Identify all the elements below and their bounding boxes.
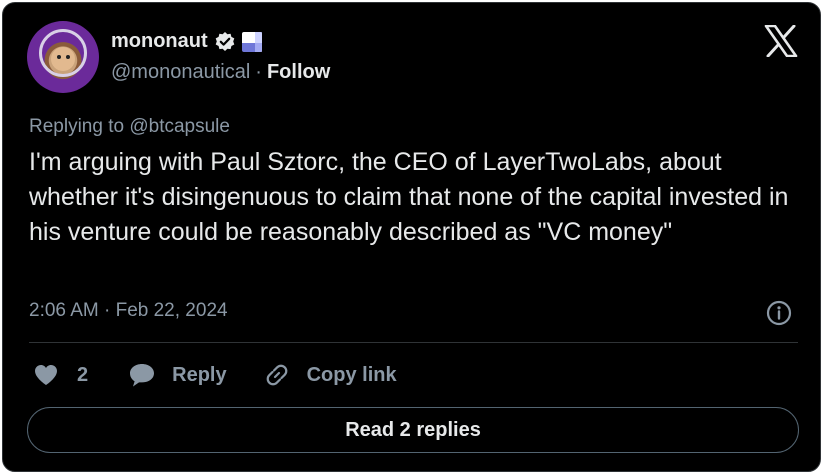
divider (29, 342, 798, 343)
handle-separator: · (255, 61, 262, 83)
tweet-card: mononaut @mononautical · Follow Replying… (2, 2, 821, 472)
x-logo-icon[interactable] (764, 24, 798, 58)
author-handle-row: @mononautical · Follow (111, 61, 330, 84)
replying-to[interactable]: Replying to @btcapsule (29, 116, 230, 138)
avatar-eye-left (57, 55, 61, 59)
reply-label: Reply (172, 363, 227, 386)
copy-link-label: Copy link (306, 363, 397, 386)
verified-badge-icon (214, 31, 236, 53)
reply-button[interactable]: Reply (128, 362, 227, 388)
link-icon (263, 361, 291, 389)
flag-icon (241, 31, 262, 52)
like-button[interactable]: 2 (33, 363, 88, 387)
author-name-row: mononaut (111, 30, 262, 53)
avatar-eye-right (66, 55, 70, 59)
author-name[interactable]: mononaut (111, 30, 208, 53)
read-replies-label: Read 2 replies (345, 418, 481, 441)
read-replies-button[interactable]: Read 2 replies (27, 407, 799, 453)
tweet-actions: 2 Reply Copy link (33, 361, 397, 389)
avatar[interactable] (27, 21, 99, 93)
author-handle[interactable]: @mononautical (111, 61, 250, 84)
speech-bubble-icon (128, 362, 156, 388)
tweet-timestamp[interactable]: 2:06 AM · Feb 22, 2024 (29, 300, 228, 322)
copy-link-button[interactable]: Copy link (263, 361, 397, 389)
heart-icon (33, 363, 59, 387)
info-icon[interactable] (766, 300, 792, 326)
avatar-face (51, 47, 75, 71)
like-count: 2 (77, 363, 89, 386)
follow-button[interactable]: Follow (267, 61, 330, 84)
tweet-text: I'm arguing with Paul Sztorc, the CEO of… (29, 148, 789, 246)
